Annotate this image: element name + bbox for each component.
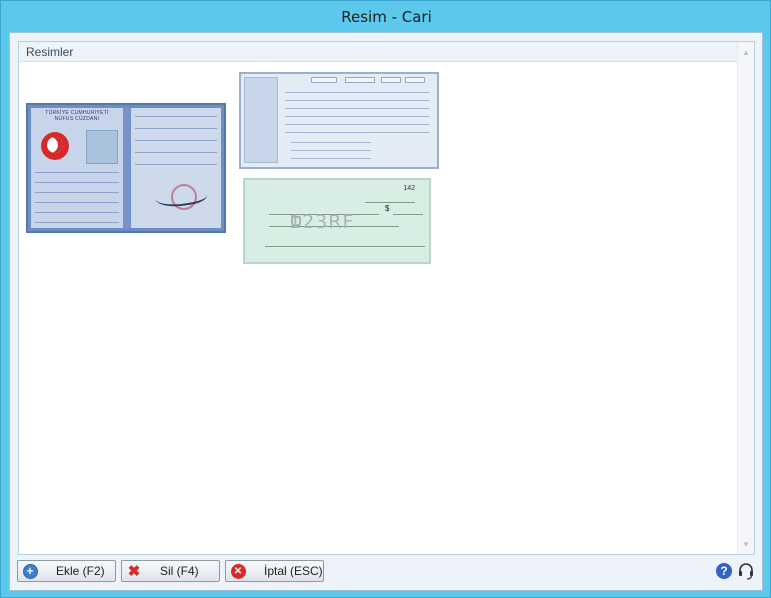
- plus-icon: +: [22, 563, 38, 579]
- turkish-flag-icon: [41, 132, 69, 160]
- form-line: [285, 108, 430, 109]
- id-card-line: [135, 164, 217, 165]
- delete-button-label: Sil (F4): [160, 564, 199, 578]
- cheque-line: [265, 246, 425, 247]
- headset-support-icon[interactable]: [738, 562, 754, 580]
- image-thumbnail-id-card[interactable]: TÜRKİYE CUMHURİYETİ NÜFUS CÜZDANI: [26, 103, 226, 233]
- form-header-box: [345, 77, 375, 83]
- signature: [153, 182, 209, 210]
- form-side-stripe: [244, 77, 278, 163]
- id-card-right-page: [131, 108, 221, 228]
- id-card-header-line2: NÜFUS CÜZDANI: [54, 116, 100, 122]
- id-card-line: [35, 212, 119, 213]
- form-line: [285, 124, 430, 125]
- id-card-line: [35, 202, 119, 203]
- cheque-currency: $: [385, 204, 390, 213]
- scroll-up-arrow-icon[interactable]: ▲: [738, 44, 754, 60]
- form-line: [291, 150, 371, 151]
- panel-header-label: Resimler: [26, 44, 74, 59]
- image-thumbnail-cheque[interactable]: 142 $ 123RF: [243, 178, 431, 264]
- id-card-line: [35, 172, 119, 173]
- id-card-header: TÜRKİYE CUMHURİYETİ NÜFUS CÜZDANI: [35, 110, 119, 122]
- id-card-line: [135, 140, 217, 141]
- id-card-line: [35, 192, 119, 193]
- title-bar[interactable]: Resim - Cari: [1, 1, 771, 33]
- cheque-line: [365, 202, 415, 203]
- resim-cari-window: Resim - Cari Resimler TÜRKİYE CUMHURİYET…: [0, 0, 771, 598]
- cheque-line: [393, 214, 423, 215]
- id-card-spine: [124, 108, 130, 228]
- cancel-icon: ✕: [230, 563, 246, 579]
- cheque-number: 142: [403, 185, 415, 192]
- form-header-box: [405, 77, 425, 83]
- id-card-line: [135, 116, 217, 117]
- form-line: [285, 100, 430, 101]
- cancel-button[interactable]: ✕ İptal (ESC): [225, 560, 324, 582]
- help-icon[interactable]: ?: [716, 563, 732, 579]
- client-area: Resimler TÜRKİYE CUMHURİYETİ NÜFUS CÜZDA…: [9, 32, 763, 591]
- form-line: [291, 158, 371, 159]
- id-card-line: [35, 222, 119, 223]
- cancel-button-label: İptal (ESC): [264, 564, 323, 578]
- id-card-left-page: TÜRKİYE CUMHURİYETİ NÜFUS CÜZDANI: [31, 108, 123, 228]
- x-delete-icon: ✖: [127, 562, 141, 580]
- image-thumbnail-form[interactable]: [239, 72, 439, 169]
- add-button[interactable]: + Ekle (F2): [17, 560, 116, 582]
- delete-button[interactable]: ✖ Sil (F4): [121, 560, 220, 582]
- form-line: [285, 132, 430, 133]
- window-title: Resim - Cari: [341, 8, 432, 26]
- form-line: [291, 142, 371, 143]
- scroll-down-arrow-icon[interactable]: ▼: [738, 536, 754, 552]
- add-button-label: Ekle (F2): [56, 564, 105, 578]
- form-line: [285, 116, 430, 117]
- panel-header: Resimler: [19, 42, 737, 62]
- id-card-line: [135, 152, 217, 153]
- cheque-watermark: 123RF: [289, 211, 355, 233]
- id-card-line: [35, 182, 119, 183]
- form-header-box: [381, 77, 401, 83]
- form-line: [285, 92, 430, 93]
- form-header-box: [311, 77, 337, 83]
- images-panel: Resimler TÜRKİYE CUMHURİYETİ NÜFUS CÜZDA…: [18, 41, 755, 555]
- vertical-scrollbar[interactable]: ▲ ▼: [737, 42, 754, 554]
- id-photo-placeholder: [86, 130, 118, 164]
- id-card-line: [135, 128, 217, 129]
